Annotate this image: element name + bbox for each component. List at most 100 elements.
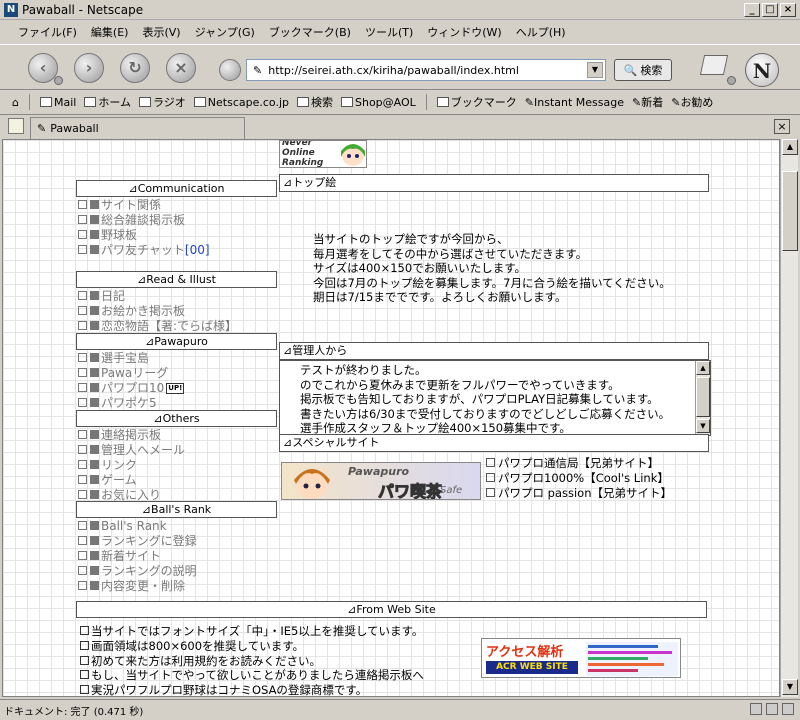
security-lock-icon[interactable] [766,703,778,715]
sister-site-link[interactable]: パワプロ1000%【Cool's Link】 [486,471,672,486]
menu-item-pawapoke5[interactable]: パワポケ5 [78,396,184,411]
scroll-down-icon[interactable]: ▼ [782,679,798,695]
anime-character-icon [341,144,365,166]
search-button[interactable]: 🔍 検索 [614,59,672,81]
page-viewport: Never Online Ranking ⊿Communication サイト関… [2,139,780,697]
maximize-button[interactable]: □ [762,3,778,17]
sister-site-link[interactable]: パワプロ passion【兄弟サイト】 [486,486,672,501]
menu-item-contact-board[interactable]: 連絡掲示板 [78,428,185,443]
print-icon[interactable] [699,55,729,75]
bookmark-home[interactable]: ホーム [84,94,131,110]
menu-item-edit-delete[interactable]: 内容変更・削除 [78,579,197,594]
bookmark-menu[interactable]: ブックマーク [436,94,517,110]
menu-item-story[interactable]: 恋恋物語【著:でらば様】 [78,319,237,334]
menu-item-register[interactable]: ランキングに登録 [78,534,197,549]
pawa-kissa-banner[interactable]: Pawapuro パワ喫茶 Safe [281,462,481,500]
minimize-button[interactable]: _ [744,3,760,17]
scroll-up-icon[interactable]: ▲ [696,361,710,375]
page-icon: ✎ [37,122,47,135]
reload-icon[interactable]: ↻ [120,53,150,83]
navigation-toolbar: ‹ › ↻ × ✎ http://seirei.ath.cx/kiriha/pa… [0,44,800,90]
page-scrollbar[interactable]: ▲ ▼ [780,139,798,697]
menu-item-bbs[interactable]: 総合雑談掲示板 [78,213,210,228]
admin-line: 書きたい方は6/30まで受付しておりますのでどしどしご応募ください。 [300,406,671,421]
window-title: Pawaball - Netscape [22,2,144,17]
footer-line: 実況パワフルプロ野球はコナミOSAの登録商標です。 [80,683,424,696]
close-tab-icon[interactable]: × [774,119,790,134]
access-banner-title: アクセス解析 [486,645,564,660]
offline-icon[interactable] [750,703,762,715]
menu-item-ranking-help[interactable]: ランキングの説明 [78,564,197,579]
url-history-icon[interactable]: ▼ [587,62,603,78]
tab-list-icon[interactable] [8,118,24,134]
footer-line: もし、当サイトでやって欲しいことがありましたら連絡掲示板へ [80,668,424,683]
link-icon: ✎ [524,95,534,109]
menu-item-oekaki[interactable]: お絵かき掲示板 [78,304,237,319]
ranking-banner[interactable]: Never Online Ranking [279,140,367,168]
menu-view[interactable]: 表示(V) [142,24,180,40]
banner-title: Pawapuro [348,465,410,478]
news-scroll-thumb[interactable] [696,377,710,417]
section-admin: ⊿管理人から [279,342,709,360]
menu-item-site[interactable]: サイト関係 [78,198,210,213]
home-icon [84,97,97,107]
menu-help[interactable]: ヘルプ(H) [516,24,566,40]
tab-label: Pawaball [50,122,99,135]
menu-item-mail[interactable]: 管理人へメール [78,443,185,458]
mail-icon [39,96,52,107]
menu-go[interactable]: ジャンプ(G) [195,24,255,40]
footer-notes: 当サイトではフォントサイズ「中」・IE5以上を推奨しています。 画面領域は800… [80,624,424,696]
menu-item-pawapuro10[interactable]: パワプロ10 UP! [78,381,185,396]
forward-icon[interactable]: › [74,53,104,83]
banner-sub: パワ喫茶 [377,482,443,500]
bookmark-netscape[interactable]: Netscape.co.jp [193,96,289,109]
bookmark-search[interactable]: 検索 [296,94,333,110]
toolbar-separator [425,94,427,110]
netscape-logo-icon[interactable]: N [745,53,779,87]
home-toolbar-icon[interactable]: ⌂ [12,96,19,109]
tab-pawaball[interactable]: ✎ Pawaball [30,117,245,139]
menu-item-diary[interactable]: 日記 [78,289,237,304]
url-dropdown-icon[interactable] [219,59,241,81]
menu-item-baseball-board[interactable]: 野球板 [78,228,210,243]
section-others: ⊿Others [76,410,277,427]
admin-news-box[interactable]: テストが終わりました。 のでこれから夏休みまで更新をフルパワーでやっていきます。… [279,360,711,436]
print-dropdown-icon[interactable] [727,76,736,85]
menu-item-game[interactable]: ゲーム [78,473,185,488]
magnifier-icon: 🔍 [623,63,638,77]
close-window-button[interactable]: × [780,3,796,17]
menu-tools[interactable]: ツール(T) [365,24,413,40]
menu-file[interactable]: ファイル(F) [18,24,77,40]
sister-site-link[interactable]: パワプロ通信局【兄弟サイト】 [486,456,672,471]
menu-bookmarks[interactable]: ブックマーク(B) [269,24,351,40]
access-analysis-banner[interactable]: アクセス解析 ACR WEB SITE [481,638,681,678]
menu-item-pawa-league[interactable]: Pawaリーグ [78,366,184,381]
page-scroll-thumb[interactable] [782,171,798,251]
section-read-illust: ⊿Read & Illust [76,271,277,288]
ranking-line3: Ranking [282,158,324,168]
bookmark-shop[interactable]: Shop@AOL [340,96,416,109]
component-bar-icon[interactable] [782,703,794,715]
menu-item-new-sites[interactable]: 新着サイト [78,549,197,564]
menu-item-chat[interactable]: パワ友チャット[00] [78,243,210,258]
section-pawapuro: ⊿Pawapuro [76,333,277,350]
bookmark-new[interactable]: ✎新着 [632,94,663,110]
back-dropdown-icon[interactable] [54,76,63,85]
personal-toolbar: ⌂ Mail ホーム ラジオ Netscape.co.jp 検索 Shop@AO… [0,91,800,113]
bookmark-im[interactable]: ✎Instant Message [525,96,624,109]
menu-item-balls-rank[interactable]: Ball's Rank [78,519,197,534]
ranking-line1: Never [282,140,313,148]
menu-item-link[interactable]: リンク [78,458,185,473]
bookmark-mail[interactable]: Mail [39,96,76,109]
top-e-line: サイズは400×150でお願いいたします。 [313,261,527,275]
stop-icon[interactable]: × [166,53,196,83]
url-field[interactable]: ✎ http://seirei.ath.cx/kiriha/pawaball/i… [246,59,606,81]
menu-edit[interactable]: 編集(E) [91,24,129,40]
menu-window[interactable]: ウィンドウ(W) [427,24,501,40]
bookmark-recommend[interactable]: ✎お勧め [671,94,713,110]
menu-item-takarajima[interactable]: 選手宝島 [78,351,184,366]
bookmark-radio[interactable]: ラジオ [139,94,186,110]
scroll-up-icon[interactable]: ▲ [782,139,798,155]
news-scrollbar[interactable]: ▲ ▼ [695,361,710,435]
scroll-down-icon[interactable]: ▼ [696,419,710,433]
